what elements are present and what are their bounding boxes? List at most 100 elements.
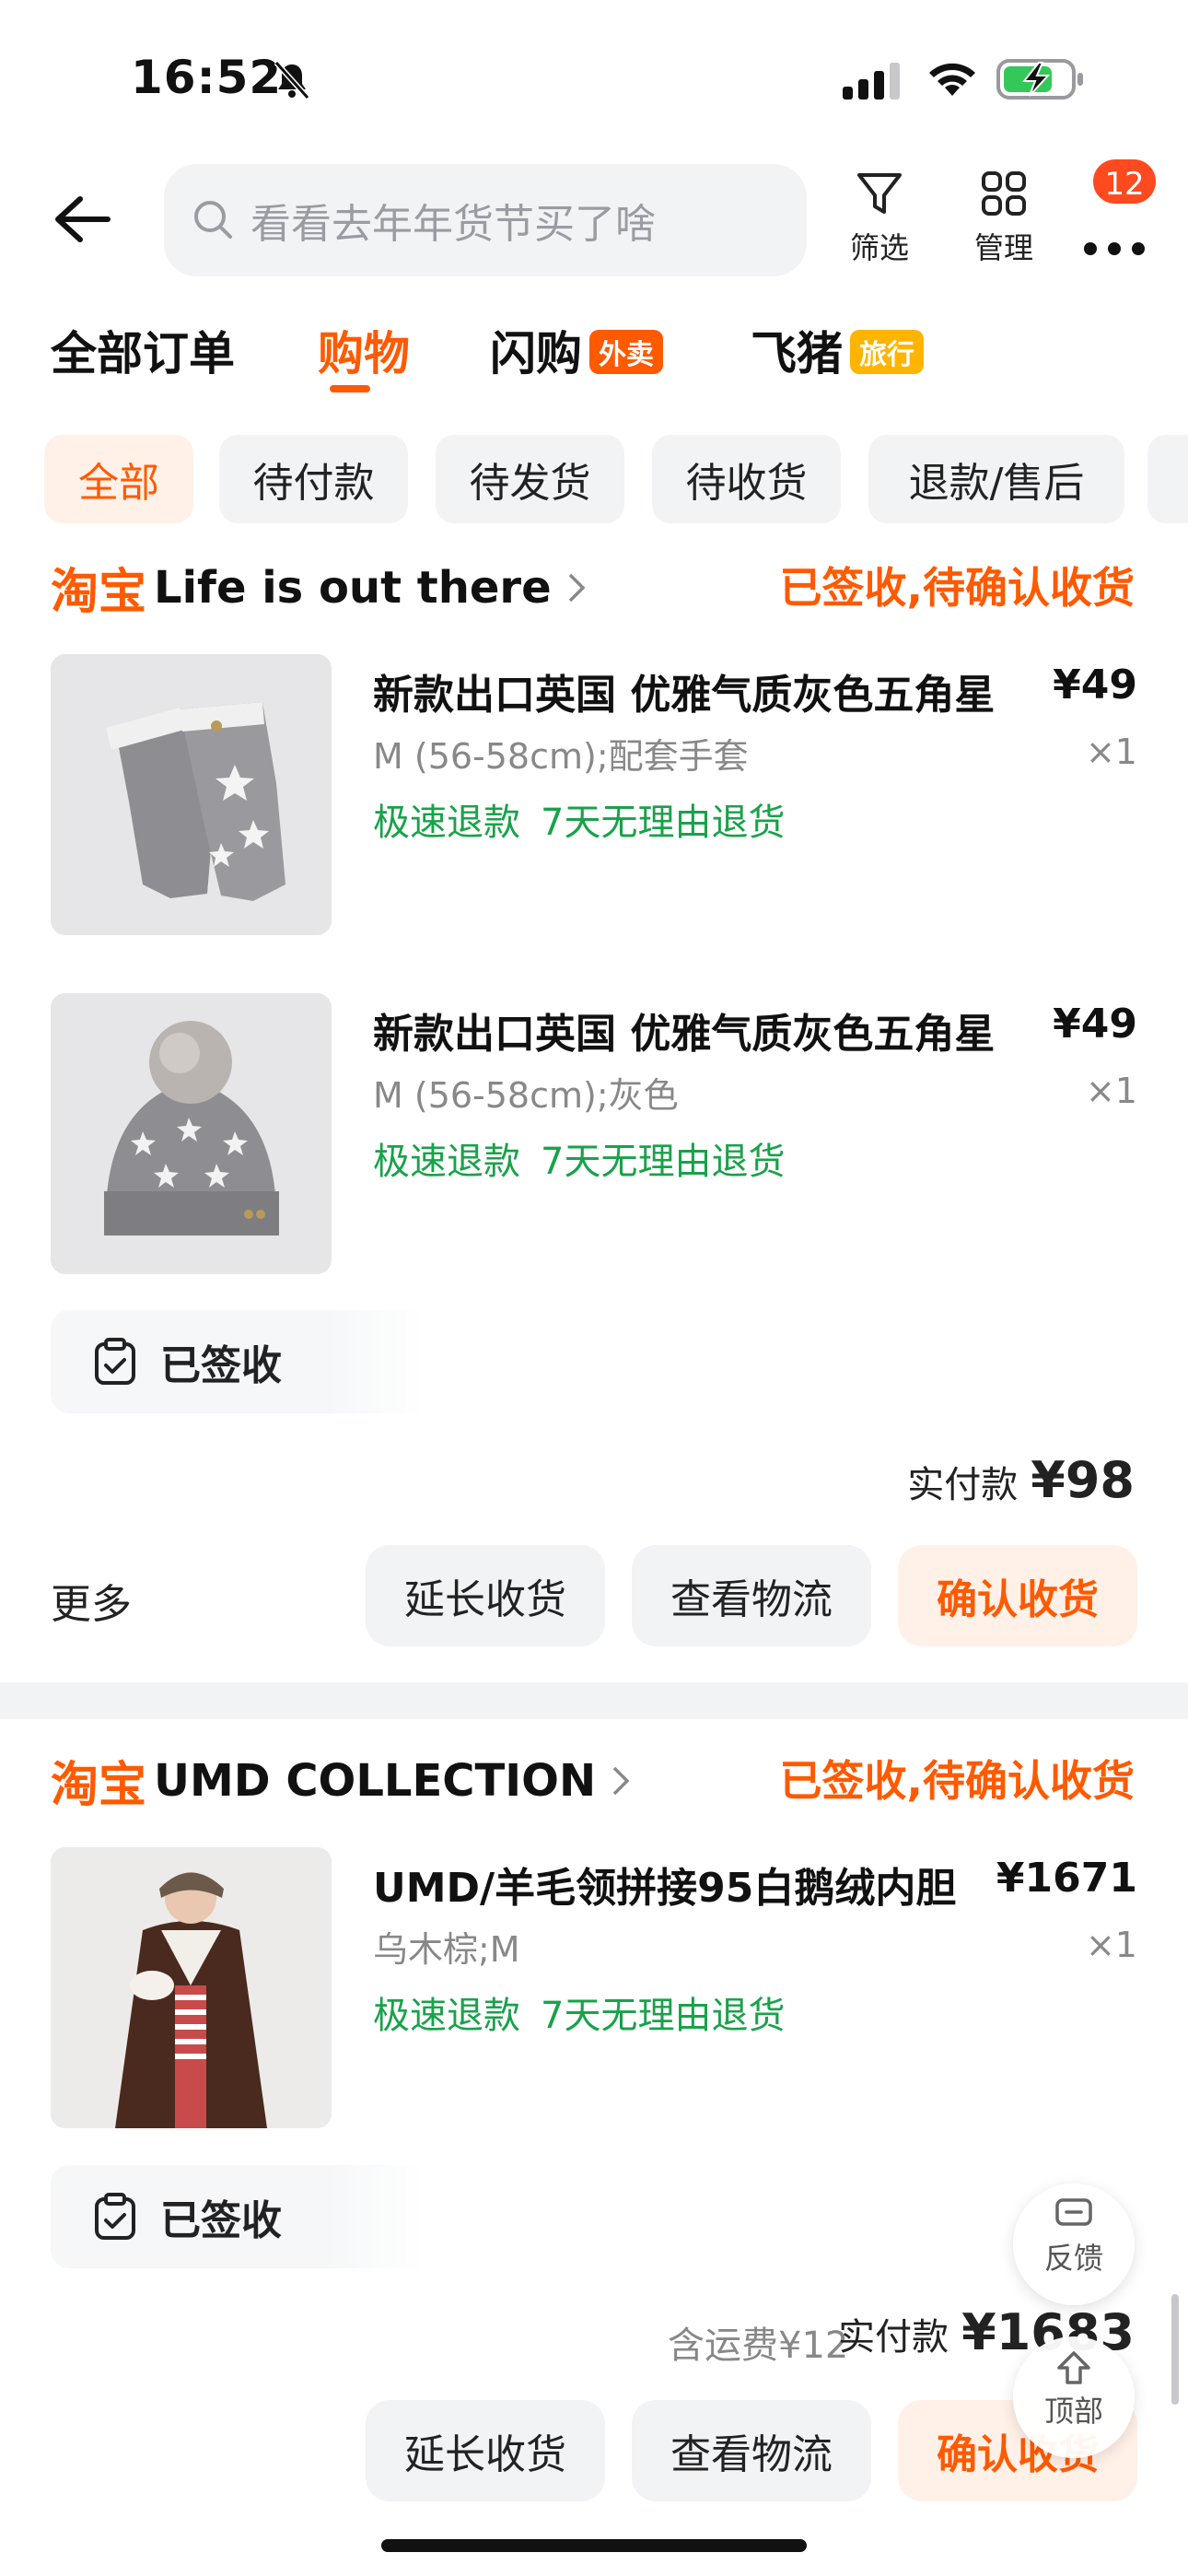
view-logistics-button[interactable]: 查看物流 — [632, 2400, 871, 2501]
logistics-status-text: 已签收 — [160, 2197, 282, 2244]
tag-7day-return: 7天无理由退货 — [541, 802, 786, 844]
status-time: 16:52 — [131, 51, 283, 104]
tab-tag-travel: 旅行 — [850, 329, 924, 374]
redacted-area — [327, 1310, 1137, 1413]
taobao-logo: 淘宝 — [51, 565, 147, 620]
filter-chip-all[interactable]: 全部 — [44, 435, 193, 523]
top-nav: 看看去年年货节买了啥 筛选 管理 12 — [0, 147, 1188, 286]
tab-flash-buy-label: 闪购 — [490, 327, 582, 381]
order-tabs: 全部订单 购物 闪购 外卖 飞猪 旅行 — [0, 295, 1188, 405]
product-sku: M (56-58cm);配套手套 — [373, 736, 749, 777]
bell-muted-icon — [274, 60, 310, 100]
order-divider — [0, 1682, 1188, 1719]
filter-label: 筛选 — [849, 230, 909, 265]
product-quantity: ×1 — [1085, 1925, 1137, 1965]
service-tags: 极速退款 7天无理由退货 — [373, 1985, 805, 2039]
clipboard-check-icon — [95, 2193, 135, 2240]
product-quantity: ×1 — [1085, 732, 1137, 772]
tag-7day-return: 7天无理由退货 — [541, 1995, 786, 2037]
extend-receipt-button[interactable]: 延长收货 — [366, 1545, 605, 1646]
clipboard-check-icon — [95, 1338, 135, 1385]
product-title: UMD/羊毛领拼接95白鹅绒内胆 — [373, 1865, 957, 1912]
feedback-button[interactable]: 反馈 — [1013, 2184, 1135, 2305]
grid-icon — [982, 171, 1026, 216]
tab-fliggy[interactable]: 飞猪 旅行 — [751, 317, 924, 383]
filter-chip-overflow[interactable] — [1147, 435, 1188, 523]
shop-header[interactable]: 淘宝 UMD COLLECTION — [51, 1746, 631, 1815]
scrollbar[interactable] — [1171, 2294, 1179, 2405]
home-indicator[interactable] — [381, 2539, 807, 2552]
more-button[interactable]: 更多 — [51, 1571, 132, 1630]
service-tags: 极速退款 7天无理由退货 — [373, 1131, 805, 1185]
filter-chip-pending-payment[interactable]: 待付款 — [219, 435, 408, 523]
more-dots-icon[interactable] — [1077, 203, 1151, 258]
battery-charging-icon — [996, 59, 1083, 100]
arrow-up-icon — [1057, 2351, 1090, 2384]
signal-icon — [843, 63, 900, 100]
message-badge: 12 — [1090, 157, 1159, 206]
search-input[interactable]: 看看去年年货节买了啥 — [164, 164, 807, 276]
feedback-label: 反馈 — [1043, 2241, 1103, 2276]
service-tags: 极速退款 7天无理由退货 — [373, 792, 805, 846]
view-logistics-button[interactable]: 查看物流 — [632, 1545, 871, 1646]
order-item[interactable]: 新款出口英国 优雅气质灰色五角星 ¥49 M (56-58cm);灰色 ×1 极… — [51, 993, 1137, 1279]
product-title: 新款出口英国 优雅气质灰色五角星 — [373, 672, 996, 719]
product-sku: 乌木棕;M — [373, 1929, 520, 1970]
search-placeholder: 看看去年年货节买了啥 — [250, 201, 656, 248]
shop-name: Life is out there — [154, 561, 552, 614]
tab-fliggy-label: 飞猪 — [751, 327, 843, 381]
manage-button[interactable]: 管理 — [953, 168, 1054, 278]
tab-flash-buy[interactable]: 闪购 外卖 — [490, 317, 663, 383]
product-title: 新款出口英国 优雅气质灰色五角星 — [373, 1011, 996, 1058]
shop-name: UMD COLLECTION — [154, 1754, 597, 1807]
filter-chip-pending-shipment[interactable]: 待发货 — [436, 435, 624, 523]
active-tab-indicator — [330, 385, 370, 392]
search-icon — [194, 201, 232, 239]
product-quantity: ×1 — [1085, 1071, 1137, 1111]
status-bar: 16:52 — [0, 0, 1188, 147]
product-sku: M (56-58cm);灰色 — [373, 1075, 679, 1116]
product-image-coat[interactable] — [51, 1847, 332, 2128]
taobao-logo: 淘宝 — [51, 1758, 147, 1813]
filter-button[interactable]: 筛选 — [829, 168, 930, 278]
paid-amount: 实付款 ¥98 — [907, 1451, 1135, 1509]
product-price: ¥49 — [1053, 1001, 1137, 1048]
status-filter-row: 全部 待付款 待发货 待收货 退款/售后 — [0, 435, 1188, 527]
product-price: ¥1671 — [996, 1855, 1137, 1902]
confirm-receipt-button[interactable]: 确认收货 — [898, 1545, 1137, 1646]
order-status: 已签收,待确认收货 — [779, 563, 1135, 613]
filter-chip-pending-receipt[interactable]: 待收货 — [652, 435, 841, 523]
order-item[interactable]: 新款出口英国 优雅气质灰色五角星 ¥49 M (56-58cm);配套手套 ×1… — [51, 654, 1137, 940]
freight-info: 含运费¥12 — [668, 2324, 849, 2367]
paid-value: ¥98 — [1031, 1451, 1135, 1509]
back-to-top-button[interactable]: 顶部 — [1013, 2336, 1135, 2458]
feedback-icon — [1055, 2198, 1092, 2226]
logistics-status-text: 已签收 — [160, 1342, 282, 1389]
logistics-status-bar[interactable]: 已签收 — [51, 1310, 1137, 1413]
tag-fast-refund: 极速退款 — [373, 1995, 520, 2037]
tab-all-orders[interactable]: 全部订单 — [51, 317, 235, 383]
filter-funnel-icon — [857, 173, 902, 214]
shop-header[interactable]: 淘宝 Life is out there — [51, 553, 587, 622]
back-to-top-label: 顶部 — [1043, 2394, 1103, 2429]
product-price: ¥49 — [1053, 662, 1137, 708]
logistics-status-bar[interactable]: 已签收 — [51, 2165, 1137, 2268]
manage-label: 管理 — [973, 230, 1033, 265]
tag-fast-refund: 极速退款 — [373, 802, 520, 844]
order-item[interactable]: UMD/羊毛领拼接95白鹅绒内胆 ¥1671 乌木棕;M ×1 极速退款 7天无理… — [51, 1847, 1137, 2133]
tab-shopping[interactable]: 购物 — [318, 317, 410, 383]
extend-receipt-button[interactable]: 延长收货 — [366, 2400, 605, 2501]
filter-chip-refund[interactable]: 退款/售后 — [868, 435, 1124, 523]
wifi-icon — [929, 63, 975, 96]
tag-7day-return: 7天无理由退货 — [541, 1141, 786, 1183]
tag-fast-refund: 极速退款 — [373, 1141, 520, 1183]
back-arrow-icon[interactable] — [51, 192, 111, 247]
tab-tag-takeout: 外卖 — [589, 329, 663, 374]
product-image-gloves[interactable] — [51, 654, 332, 935]
chevron-right-icon — [612, 1766, 630, 1795]
paid-label: 实付款 — [838, 2316, 949, 2359]
chevron-right-icon — [568, 573, 586, 602]
order-status: 已签收,待确认收货 — [779, 1756, 1135, 1806]
paid-label: 实付款 — [907, 1464, 1019, 1506]
product-image-beanie[interactable] — [51, 993, 332, 1274]
